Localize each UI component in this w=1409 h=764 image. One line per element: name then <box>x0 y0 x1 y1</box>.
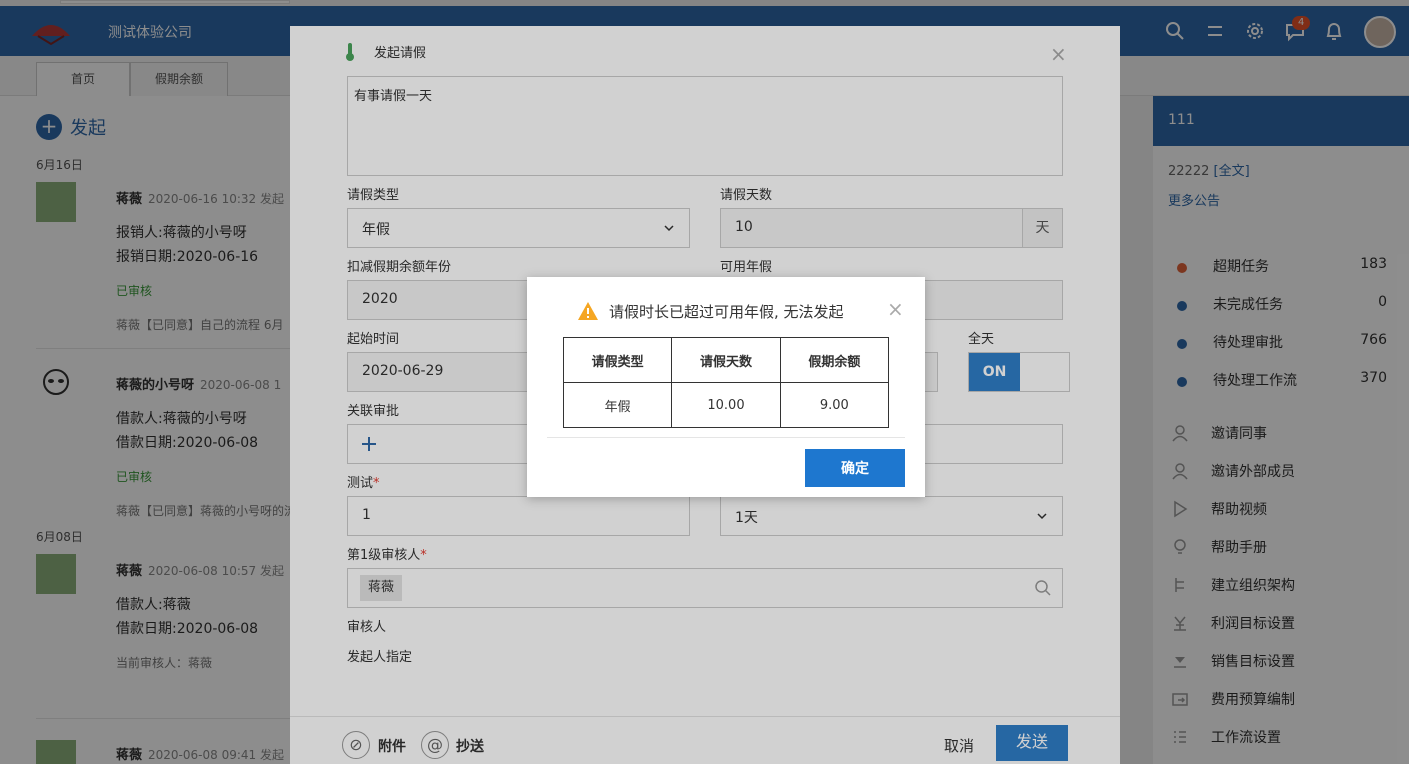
close-icon[interactable]: × <box>887 297 904 321</box>
table-header: 请假类型 <box>562 337 673 383</box>
alert-message: 请假时长已超过可用年假, 无法发起 <box>609 303 844 321</box>
divider <box>547 437 905 438</box>
warning-icon <box>578 302 598 320</box>
table-row: 年假 10.00 9.00 <box>562 382 890 428</box>
table-header: 假期余额 <box>779 337 890 383</box>
table-cell: 10.00 <box>671 382 781 428</box>
confirm-button[interactable]: 确定 <box>805 449 905 487</box>
alert-dialog: 请假时长已超过可用年假, 无法发起 × 请假类型 请假天数 假期余额 年假 10… <box>527 277 925 497</box>
table-cell: 9.00 <box>779 382 890 428</box>
table-header-row: 请假类型 请假天数 假期余额 <box>562 337 890 383</box>
table-header: 请假天数 <box>671 337 781 383</box>
leave-summary-table: 请假类型 请假天数 假期余额 年假 10.00 9.00 <box>562 337 890 428</box>
table-cell: 年假 <box>562 382 673 428</box>
